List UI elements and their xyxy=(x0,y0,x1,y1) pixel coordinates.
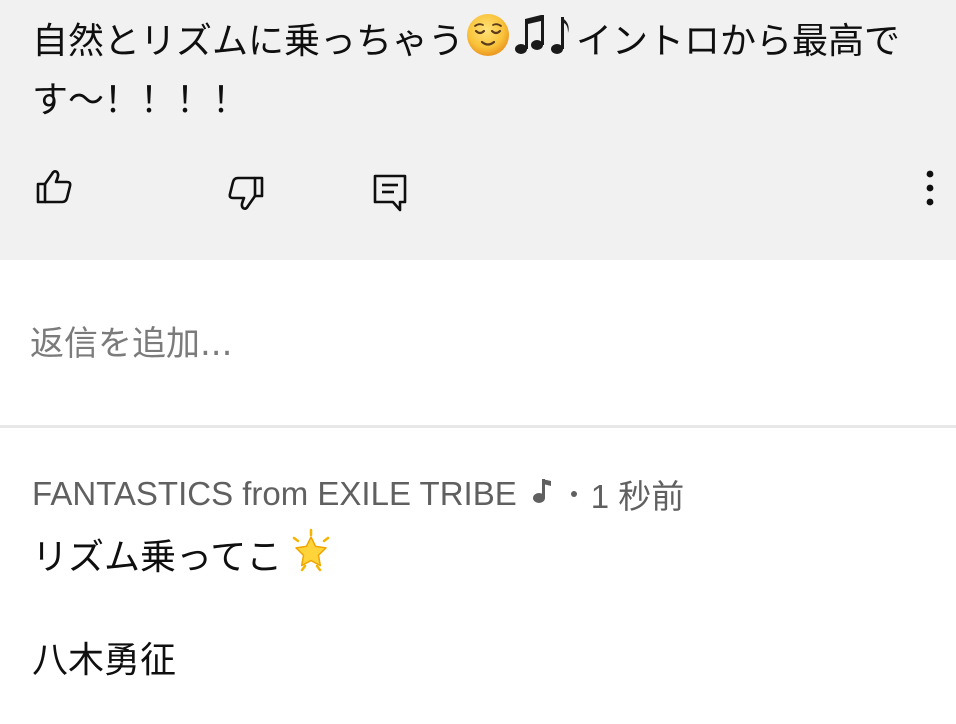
like-button[interactable] xyxy=(30,162,78,210)
comment-text: 自然とリズムに乗っちゃう イントロから最高です〜！！！！ xyxy=(32,12,937,128)
reply-line-2: 八木勇征 xyxy=(32,640,177,681)
comment-action-bar xyxy=(0,160,956,220)
relieved-face-emoji-icon xyxy=(465,12,511,74)
reply-line-1: リズム乗ってこ xyxy=(32,528,932,582)
reply-input-area xyxy=(0,260,956,428)
dislike-button[interactable] xyxy=(222,170,270,218)
separator-dot xyxy=(570,491,577,497)
music-note-icon xyxy=(531,475,553,513)
reply-blank-line xyxy=(32,582,932,634)
add-reply-input[interactable] xyxy=(30,316,910,372)
more-options-button[interactable] xyxy=(906,164,954,212)
reply-comment-icon xyxy=(373,174,407,212)
thumbs-up-icon xyxy=(36,170,72,204)
reply-line-1-text: リズム乗ってこ xyxy=(32,537,283,578)
reply-meta: FANTASTICS from EXILE TRIBE 1 秒前 xyxy=(32,472,684,516)
glowing-star-emoji-icon xyxy=(288,528,334,590)
comment-text-part1: 自然とリズムに乗っちゃう xyxy=(32,21,465,62)
reply-author-name[interactable]: FANTASTICS from EXILE TRIBE xyxy=(32,475,517,513)
reply-timestamp: 1 秒前 xyxy=(590,478,685,515)
reply-button[interactable] xyxy=(366,168,414,216)
more-vertical-icon xyxy=(926,170,934,206)
musical-notes-emoji-icon xyxy=(513,13,575,73)
reply-body: リズム乗ってこ 八木勇征 xyxy=(32,528,932,688)
reply-comment: FANTASTICS from EXILE TRIBE 1 秒前 リズム乗ってこ… xyxy=(0,428,956,724)
thumbs-down-icon xyxy=(228,176,264,210)
comment-card: 自然とリズムに乗っちゃう イントロから最高です〜！！！！ xyxy=(0,0,956,260)
